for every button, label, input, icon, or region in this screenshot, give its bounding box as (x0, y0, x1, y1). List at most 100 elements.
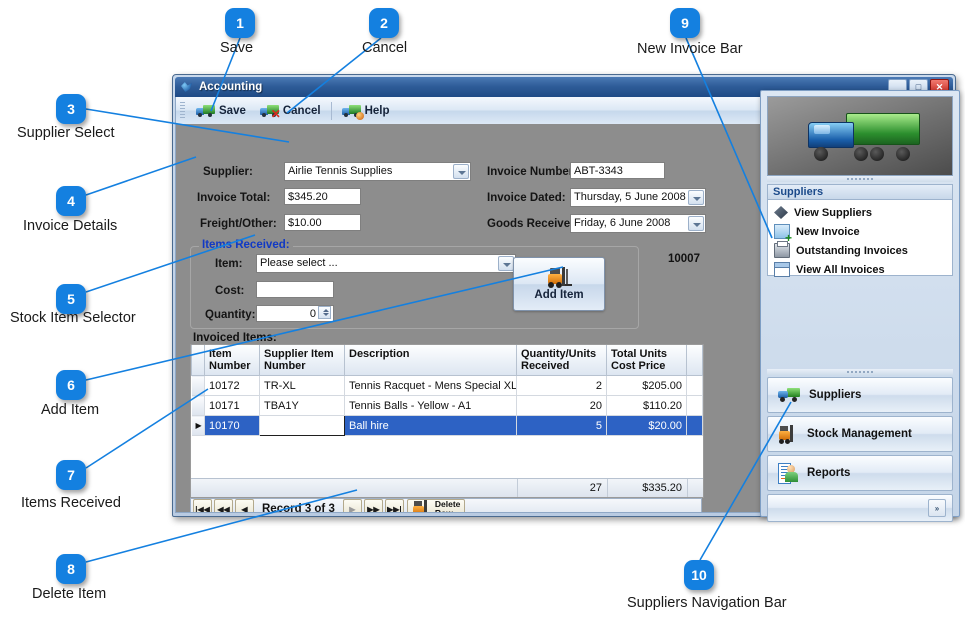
empty-cell (687, 436, 703, 456)
nav-button-reports[interactable]: Reports (767, 455, 953, 491)
row-selector-cell[interactable] (191, 375, 205, 396)
callout-label-7: Items Received (21, 495, 121, 511)
callout-badge-10[interactable]: 10 (684, 560, 714, 590)
col-supplier-item-number[interactable]: Supplier Item Number (259, 345, 345, 376)
menu-item-view-suppliers[interactable]: View Suppliers (768, 203, 952, 222)
cell-quantity[interactable]: 2 (516, 375, 607, 396)
delete-row-button[interactable]: Delete Row (406, 498, 466, 512)
cell-supplier-item-number[interactable] (259, 415, 345, 436)
supplier-select[interactable]: Airlie Tennis Supplies (284, 162, 471, 181)
col-quantity[interactable]: Quantity/Units Received (516, 345, 607, 376)
callout-label-1: Save (220, 40, 254, 56)
cell-quantity[interactable]: 20 (516, 395, 607, 416)
items-received-title: Items Received: (199, 239, 293, 251)
cell-total-cost[interactable]: $20.00 (606, 415, 687, 436)
truck-banner-image (767, 96, 953, 176)
row-selector-cell[interactable]: ▶ (191, 415, 205, 436)
chevron-down-icon[interactable] (688, 190, 704, 205)
callout-badge-8[interactable]: 8 (56, 554, 86, 584)
next-page-button[interactable]: ▶▶ (363, 499, 383, 512)
cell-total-cost[interactable]: $205.00 (606, 375, 687, 396)
chevron-down-icon[interactable] (498, 256, 514, 271)
total-cost: $335.20 (607, 479, 687, 497)
cell-quantity[interactable]: 5 (516, 415, 607, 436)
empty-cell (260, 436, 345, 456)
goods-received-picker[interactable]: Friday, 6 June 2008 (570, 214, 706, 233)
chevron-down-icon[interactable] (688, 216, 704, 231)
callout-label-6: Add Item (41, 402, 100, 418)
toolbar-grip[interactable] (180, 101, 185, 120)
help-icon (341, 104, 364, 120)
callout-badge-9[interactable]: 9 (670, 8, 700, 38)
menu-item-new-invoice[interactable]: New Invoice (768, 222, 952, 243)
table-row[interactable]: 10172 TR-XL Tennis Racquet - Mens Special … (191, 375, 703, 396)
col-description[interactable]: Description (344, 345, 517, 376)
menu-item-outstanding-invoices[interactable]: Outstanding Invoices (768, 241, 952, 260)
nav-button-suppliers[interactable]: Suppliers (767, 377, 953, 413)
invoice-number-field[interactable]: ABT-3343 (570, 162, 665, 179)
invoice-total-field[interactable]: $345.20 (284, 188, 361, 205)
empty-row (192, 455, 703, 474)
callout-badge-4[interactable]: 4 (56, 186, 86, 216)
empty-cell (607, 436, 687, 456)
table-row[interactable]: 10171 TBA1Y Tennis Balls - Yellow - A1 20 $1… (191, 395, 703, 416)
save-button[interactable]: Save (189, 102, 253, 119)
suppliers-menu-list: View Suppliers New Invoice Outstanding Inv… (767, 200, 953, 279)
previous-record-button[interactable]: ◀ (235, 499, 254, 512)
nav-overflow-area[interactable]: » (767, 494, 953, 522)
row-selector-cell[interactable] (191, 395, 205, 416)
truck-illustration (800, 111, 920, 163)
invoice-total-label: Invoice Total: (197, 192, 271, 204)
freight-field[interactable]: $10.00 (284, 214, 361, 231)
invoiced-items-label: Invoiced Items: (193, 332, 277, 344)
empty-cell (345, 455, 517, 474)
supplier-label: Supplier: (203, 166, 253, 178)
callout-badge-3[interactable]: 3 (56, 94, 86, 124)
sidebar-splitter[interactable] (767, 176, 953, 182)
nav-button-stock-management[interactable]: Stock Management (767, 416, 953, 452)
callout-badge-7[interactable]: 7 (56, 460, 86, 490)
callout-badge-1[interactable]: 1 (225, 8, 255, 38)
cell-supplier-item-number[interactable]: TR-XL (259, 375, 345, 396)
chevron-double-right-icon[interactable]: » (928, 499, 946, 517)
quantity-spinner[interactable] (318, 306, 331, 319)
invoice-dated-value: Thursday, 5 June 2008 (574, 191, 686, 203)
cell-description[interactable]: Tennis Racquet - Mens Special XL (344, 375, 517, 396)
stock-item-select[interactable]: Please select ... (256, 254, 516, 273)
item-value: Please select ... (260, 257, 338, 269)
invoiced-items-grid[interactable]: Item Number Supplier Item Number Descripti… (190, 344, 704, 498)
total-quantity: 27 (517, 479, 607, 497)
table-header-row: Item Number Supplier Item Number Descripti… (191, 345, 703, 376)
cost-field[interactable] (256, 281, 334, 298)
cell-item-number[interactable]: 10171 (204, 395, 260, 416)
cell-description[interactable]: Tennis Balls - Yellow - A1 (344, 395, 517, 416)
col-total-cost[interactable]: Total Units Cost Price (606, 345, 687, 376)
callout-badge-2[interactable]: 2 (369, 8, 399, 38)
col-item-number[interactable]: Item Number (204, 345, 260, 376)
cell-item-number[interactable]: 10170 (204, 415, 260, 436)
next-record-button[interactable]: ▶ (342, 499, 362, 512)
first-record-button[interactable]: |◀◀ (193, 499, 212, 512)
cell-supplier-item-number[interactable]: TBA1Y (259, 395, 345, 416)
previous-page-button[interactable]: ◀◀ (214, 499, 233, 512)
delete-row-icon (412, 499, 432, 512)
last-record-button[interactable]: ▶▶| (384, 499, 404, 512)
freight-label: Freight/Other: (200, 218, 277, 230)
menu-item-label: Outstanding Invoices (796, 244, 908, 257)
menu-item-view-all-invoices[interactable]: View All Invoices (768, 260, 952, 279)
callout-badge-6[interactable]: 6 (56, 370, 86, 400)
invoice-dated-picker[interactable]: Thursday, 5 June 2008 (570, 188, 706, 207)
sidebar-splitter-2[interactable] (767, 369, 953, 375)
cancel-button[interactable]: ✕ Cancel (253, 102, 328, 120)
add-item-button[interactable]: Add Item (513, 257, 605, 311)
cell-total-cost[interactable]: $110.20 (606, 395, 687, 416)
table-row[interactable]: ▶ 10170 Ball hire 5 $20.00 (191, 415, 703, 436)
help-button[interactable]: Help (335, 102, 397, 120)
cell-description[interactable]: Ball hire (344, 415, 517, 436)
empty-cell (517, 455, 607, 474)
empty-cell (687, 455, 703, 474)
empty-cell (607, 455, 687, 474)
cell-item-number[interactable]: 10172 (204, 375, 260, 396)
new-document-icon (774, 224, 792, 243)
chevron-down-icon[interactable] (453, 164, 469, 179)
